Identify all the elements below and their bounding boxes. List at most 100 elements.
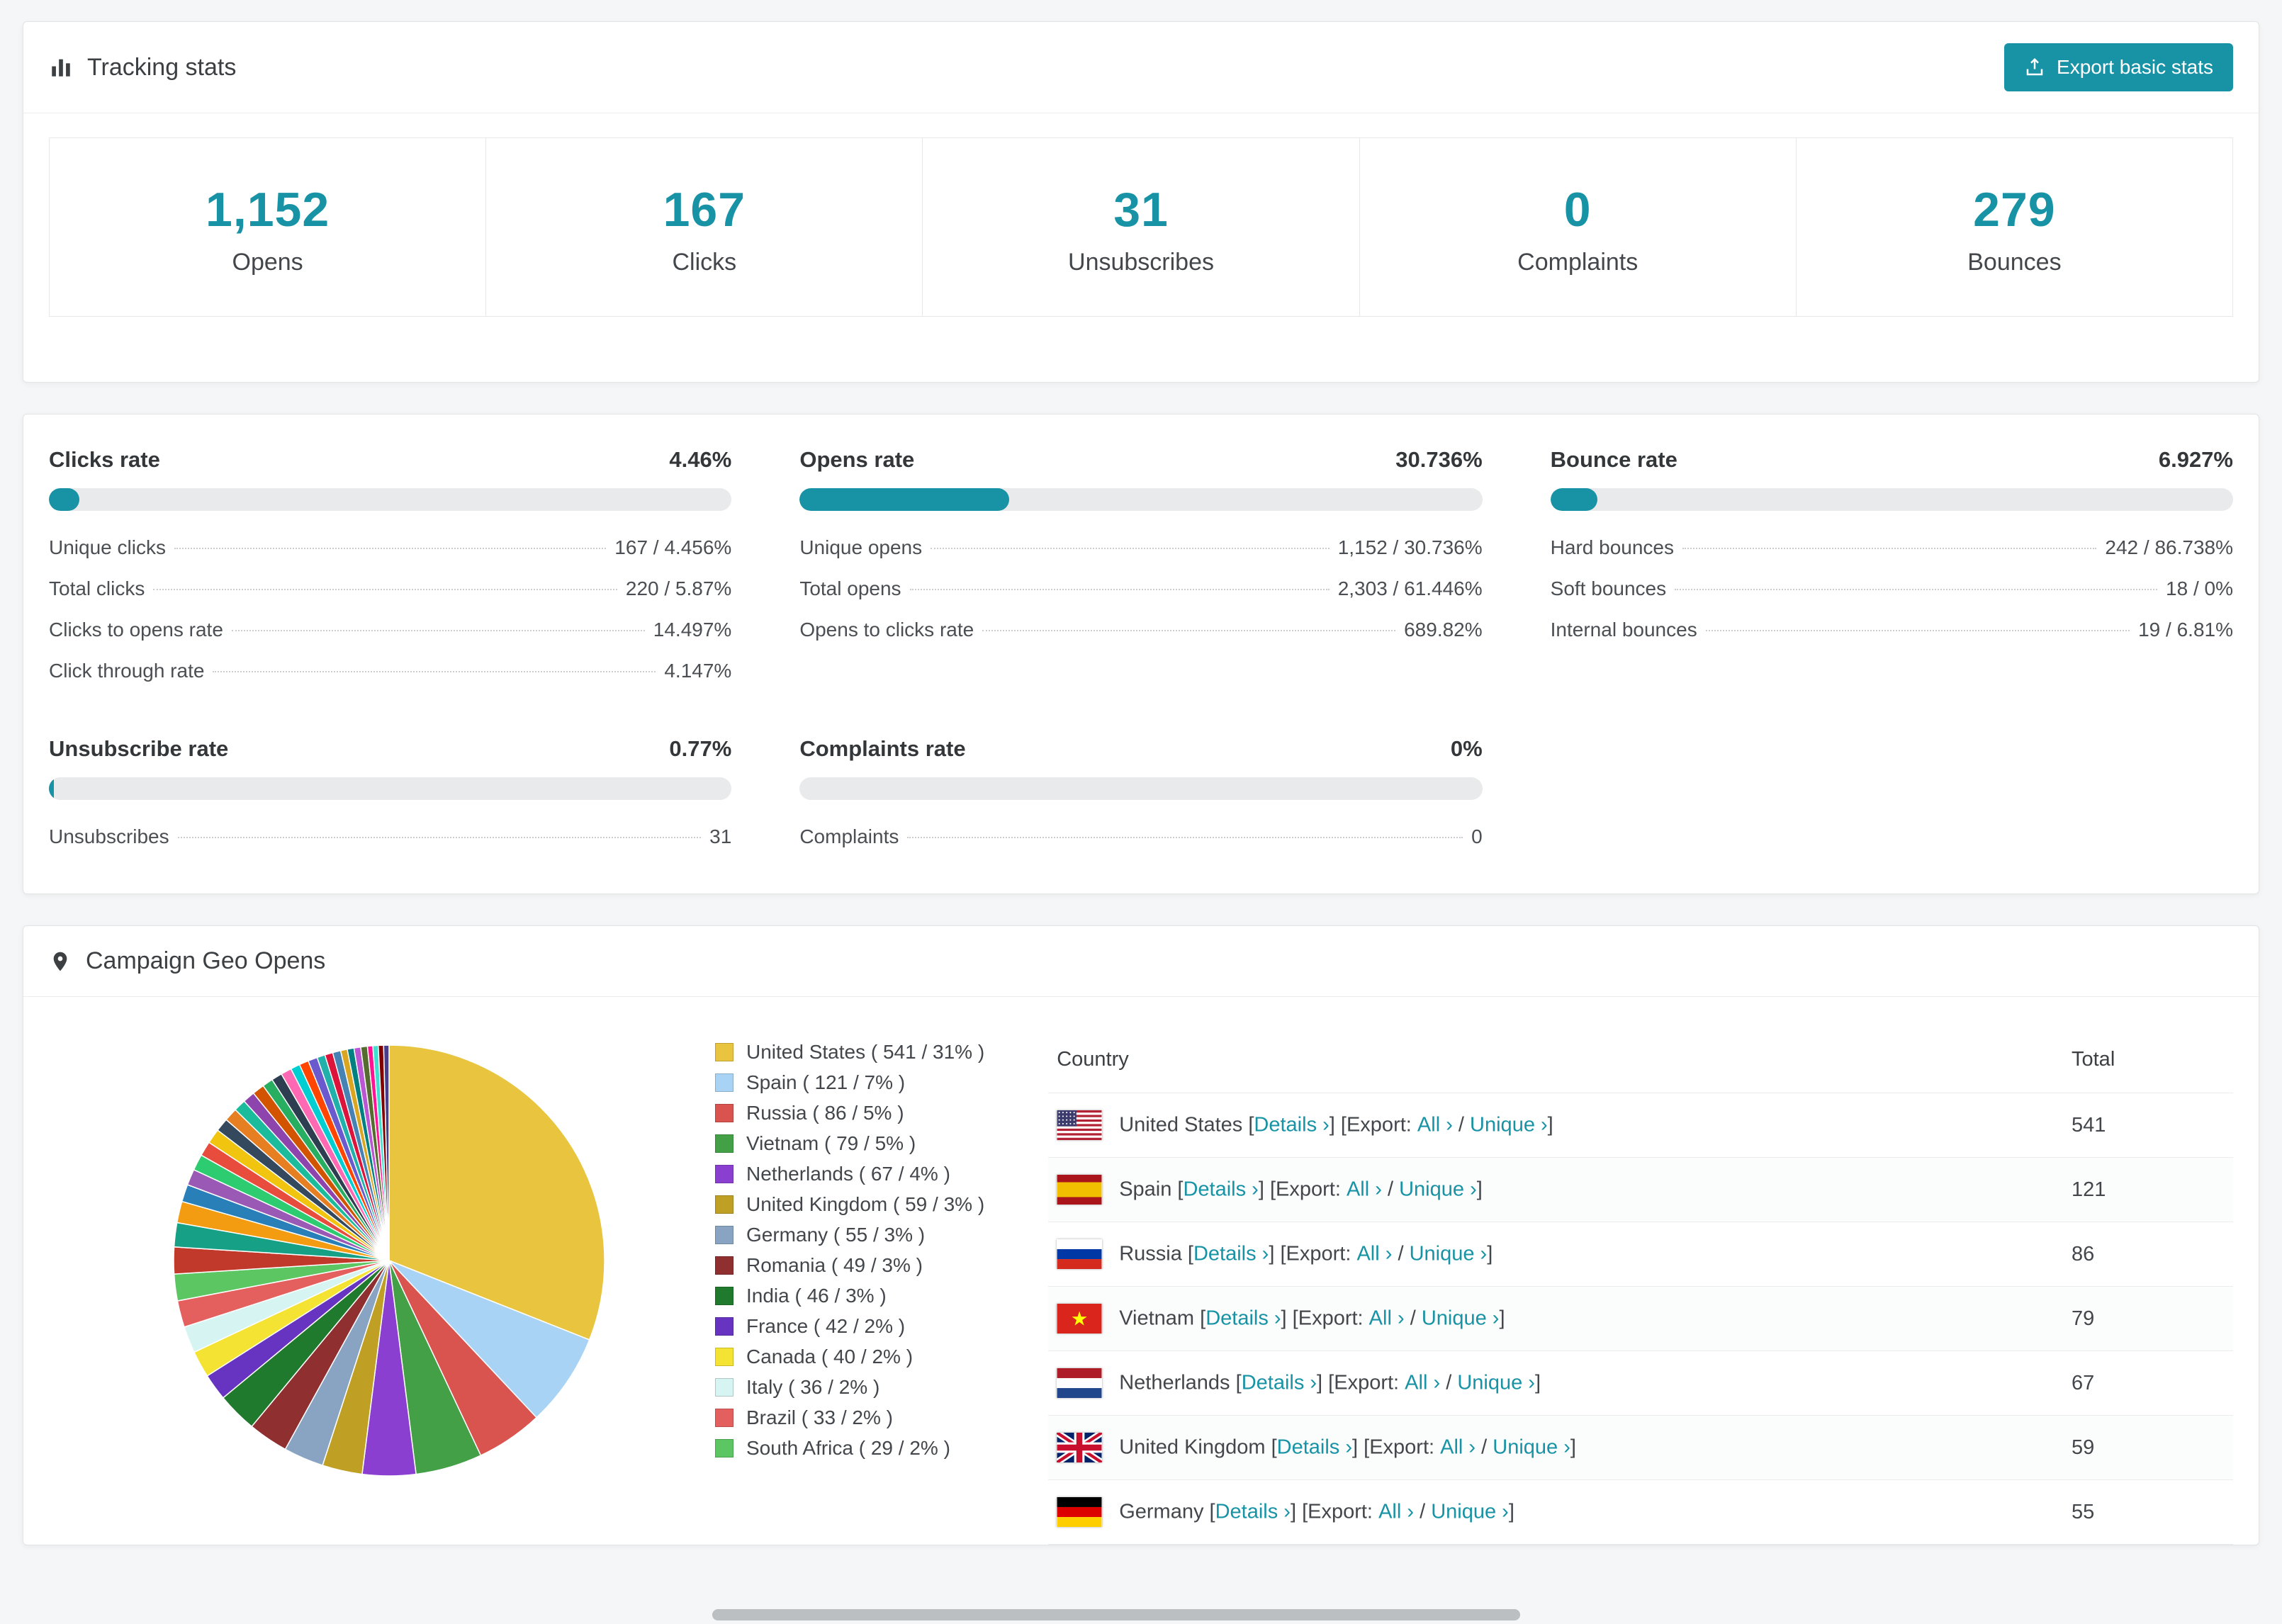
export-all-link[interactable]: All › bbox=[1440, 1436, 1476, 1459]
flag-icon-vn: ★ bbox=[1057, 1304, 1102, 1333]
stats-strip: 1,152 Opens 167 Clicks 31 Unsubscribes 0 Compla… bbox=[49, 137, 2233, 317]
stat-value: 167 bbox=[663, 183, 746, 237]
country-name: Germany bbox=[1119, 1500, 1204, 1523]
bar-chart-icon bbox=[49, 55, 73, 79]
details-link[interactable]: Details › bbox=[1277, 1436, 1352, 1459]
export-basic-stats-button[interactable]: Export basic stats bbox=[2004, 43, 2233, 91]
clicks-rate-progress-bar bbox=[49, 488, 732, 511]
geo-pie-legend: United States ( 541 / 31% ) Spain ( 121 /… bbox=[715, 1037, 984, 1463]
tracking-stats-page: Tracking stats Export basic stats 1,152 O… bbox=[0, 0, 2282, 1545]
rate-head: Unsubscribe rate 0.77% bbox=[49, 736, 731, 762]
rate-title: Bounce rate bbox=[1550, 447, 1677, 472]
stat-bounces: 279 Bounces bbox=[1795, 138, 2232, 316]
rate-rows: Hard bounces 242 / 86.738% Soft bounces 18 … bbox=[1551, 536, 2233, 641]
legend-label: Brazil ( 33 / 2% ) bbox=[746, 1406, 893, 1428]
export-all-link[interactable]: All › bbox=[1405, 1372, 1440, 1394]
geo-title: Campaign Geo Opens bbox=[49, 947, 325, 975]
export-unique-link[interactable]: Unique › bbox=[1457, 1372, 1535, 1394]
export-unique-link[interactable]: Unique › bbox=[1493, 1436, 1570, 1459]
rate-stat-row: Internal bounces 19 / 6.81% bbox=[1551, 619, 2233, 641]
rate-head: Bounce rate 6.927% bbox=[1551, 447, 2233, 473]
rate-stat-row: Hard bounces 242 / 86.738% bbox=[1551, 536, 2233, 559]
legend-swatch bbox=[715, 1073, 734, 1092]
rate-head: Complaints rate 0% bbox=[799, 736, 1482, 762]
rates-grid: Clicks rate 4.46% Unique clicks 167 / 4.456… bbox=[49, 447, 2233, 848]
stat-label: Unsubscribes bbox=[1068, 249, 1214, 276]
progress-fill bbox=[799, 488, 1010, 511]
legend-item: Germany ( 55 / 3% ) bbox=[715, 1219, 984, 1250]
rate-stat-row: Unsubscribes 31 bbox=[49, 825, 731, 848]
export-all-link[interactable]: All › bbox=[1347, 1178, 1382, 1201]
unsubscribe-rate-panel: Unsubscribe rate 0.77% Unsubscribes 31 bbox=[49, 736, 732, 848]
details-link[interactable]: Details › bbox=[1254, 1114, 1329, 1137]
legend-label: France ( 42 / 2% ) bbox=[746, 1314, 906, 1337]
opens-rate-panel: Opens rate 30.736% Unique opens 1,152 / 30.… bbox=[799, 447, 1483, 682]
country-cell: Germany [Details ›] [Export: All › / Uni… bbox=[1048, 1479, 2063, 1545]
rate-stat-value: 1,152 / 30.736% bbox=[1337, 536, 1483, 558]
legend-item: Vietnam ( 79 / 5% ) bbox=[715, 1128, 984, 1158]
export-all-link[interactable]: All › bbox=[1356, 1243, 1392, 1265]
dotted-leader bbox=[931, 548, 1330, 549]
rate-stat-row: Clicks to opens rate 14.497% bbox=[49, 619, 731, 641]
flag-icon-de bbox=[1057, 1497, 1102, 1527]
stat-opens: 1,152 Opens bbox=[50, 138, 485, 316]
scrollbar-thumb[interactable] bbox=[712, 1609, 1520, 1620]
details-link[interactable]: Details › bbox=[1215, 1501, 1291, 1523]
dotted-leader bbox=[177, 837, 702, 838]
export-unique-link[interactable]: Unique › bbox=[1470, 1114, 1548, 1137]
rate-value: 4.46% bbox=[669, 447, 732, 472]
export-all-link[interactable]: All › bbox=[1369, 1307, 1405, 1330]
rate-stat-value: 220 / 5.87% bbox=[625, 577, 732, 599]
rate-stat-row: Unique opens 1,152 / 30.736% bbox=[799, 536, 1482, 559]
rate-stat-value: 242 / 86.738% bbox=[2105, 536, 2233, 558]
rate-stat-label: Unique opens bbox=[799, 536, 923, 558]
legend-label: United Kingdom ( 59 / 3% ) bbox=[746, 1192, 985, 1215]
country-name: Vietnam bbox=[1119, 1307, 1195, 1330]
dotted-leader bbox=[1675, 589, 2158, 590]
legend-item: Romania ( 49 / 3% ) bbox=[715, 1250, 984, 1280]
export-unique-link[interactable]: Unique › bbox=[1399, 1178, 1477, 1201]
legend-swatch bbox=[715, 1134, 734, 1153]
legend-item: France ( 42 / 2% ) bbox=[715, 1311, 984, 1341]
export-unique-link[interactable]: Unique › bbox=[1431, 1501, 1509, 1523]
export-unique-link[interactable]: Unique › bbox=[1410, 1243, 1488, 1265]
stat-label: Complaints bbox=[1517, 249, 1639, 276]
geo-title-text: Campaign Geo Opens bbox=[86, 947, 326, 974]
details-link[interactable]: Details › bbox=[1193, 1243, 1269, 1265]
legend-item: United States ( 541 / 31% ) bbox=[715, 1037, 984, 1067]
country-total: 67 bbox=[2063, 1350, 2233, 1416]
rate-title: Unsubscribe rate bbox=[49, 736, 229, 761]
rate-value: 30.736% bbox=[1395, 447, 1483, 472]
rate-stat-row: Opens to clicks rate 689.82% bbox=[799, 619, 1482, 641]
details-link[interactable]: Details › bbox=[1242, 1372, 1317, 1394]
legend-swatch bbox=[715, 1195, 734, 1214]
dotted-leader bbox=[153, 589, 617, 590]
details-link[interactable]: Details › bbox=[1205, 1307, 1281, 1330]
rate-title: Clicks rate bbox=[49, 447, 160, 472]
rate-stat-value: 4.147% bbox=[664, 660, 732, 682]
legend-label: Germany ( 55 / 3% ) bbox=[746, 1223, 926, 1246]
export-all-link[interactable]: All › bbox=[1378, 1501, 1414, 1523]
export-all-link[interactable]: All › bbox=[1417, 1114, 1453, 1137]
rate-value: 6.927% bbox=[2158, 447, 2233, 472]
details-link[interactable]: Details › bbox=[1183, 1178, 1258, 1201]
legend-label: India ( 46 / 3% ) bbox=[746, 1284, 887, 1307]
progress-fill bbox=[49, 488, 79, 511]
dotted-leader bbox=[909, 589, 1330, 590]
rate-stat-label: Complaints bbox=[799, 825, 899, 847]
stat-complaints: 0 Complaints bbox=[1359, 138, 1796, 316]
horizontal-scrollbar[interactable] bbox=[0, 1606, 2282, 1624]
legend-item: Spain ( 121 / 7% ) bbox=[715, 1067, 984, 1098]
legend-swatch bbox=[715, 1316, 734, 1336]
progress-fill bbox=[49, 777, 55, 800]
country-total: 79 bbox=[2063, 1286, 2233, 1351]
progress-fill bbox=[1550, 488, 1598, 511]
geo-table: Country Total United States [Details ›] … bbox=[1048, 1027, 2233, 1545]
rate-stat-row: Unique clicks 167 / 4.456% bbox=[49, 536, 731, 559]
export-unique-link[interactable]: Unique › bbox=[1422, 1307, 1500, 1330]
stat-label: Bounces bbox=[1967, 249, 2062, 276]
legend-swatch bbox=[715, 1225, 734, 1244]
flag-icon-nl bbox=[1057, 1368, 1102, 1398]
country-cell: Spain [Details ›] [Export: All › / Uniqu… bbox=[1048, 1157, 2063, 1222]
legend-swatch bbox=[715, 1286, 734, 1305]
